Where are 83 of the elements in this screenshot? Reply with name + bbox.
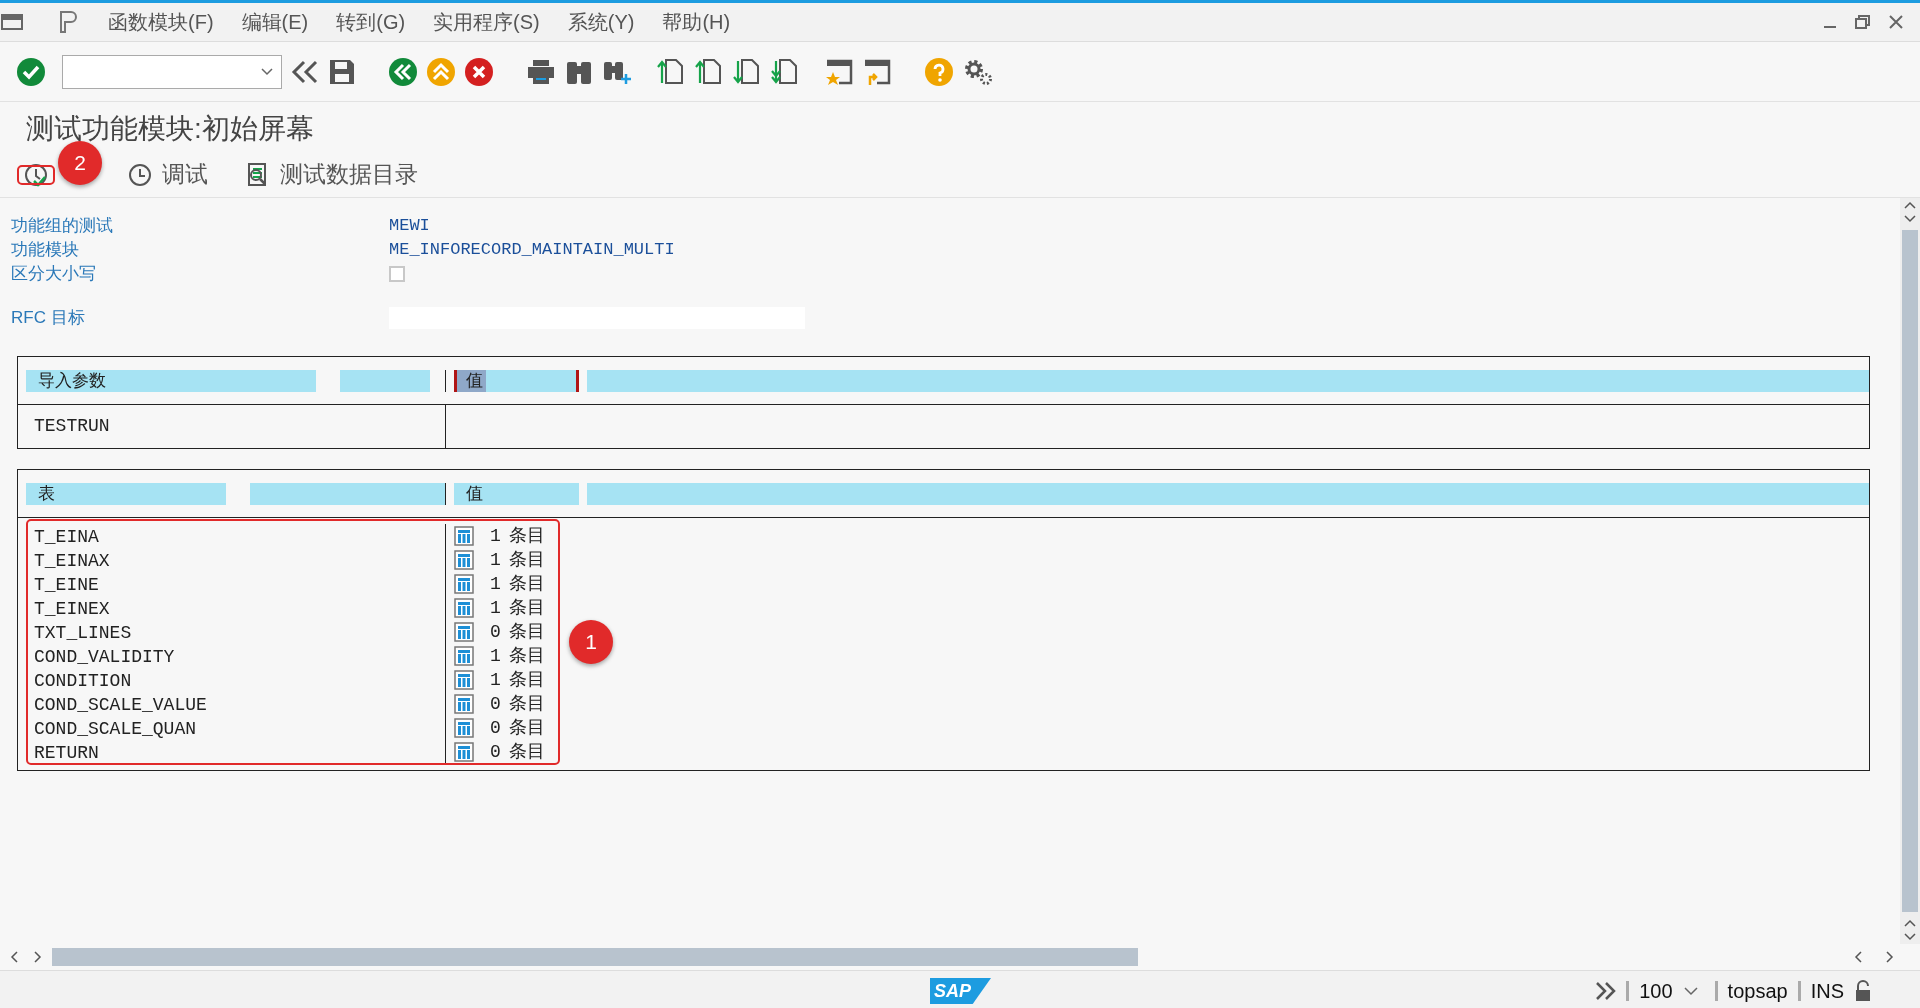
menu-item[interactable]: 编辑(E)	[227, 4, 323, 40]
table-name: TXT_LINES	[34, 622, 133, 644]
first-page-icon[interactable]	[656, 56, 686, 87]
entry-count: 0	[490, 692, 501, 716]
field-label: RFC 目标	[11, 307, 86, 330]
column-header: 表	[26, 482, 226, 505]
print-icon[interactable]	[526, 57, 556, 86]
table-name: T_EINAX	[34, 550, 111, 572]
lock-icon	[1854, 980, 1872, 1002]
table-name: COND_SCALE_VALUE	[34, 694, 208, 716]
entry-unit: 条目	[508, 548, 545, 572]
table-icon[interactable]	[454, 670, 474, 690]
field-label: 功能模块	[11, 239, 80, 262]
sap-logo: SAP	[930, 978, 991, 1004]
check-icon[interactable]	[16, 56, 46, 87]
back-icon[interactable]	[388, 56, 418, 87]
menu-item[interactable]: 帮助(H)	[648, 4, 745, 40]
entry-count: 1	[490, 548, 501, 572]
save-icon[interactable]	[328, 57, 356, 86]
caret-icon[interactable]	[261, 67, 273, 76]
column-header: 值	[454, 482, 579, 505]
highlight-frame	[17, 164, 55, 185]
entry-count: 1	[490, 668, 501, 692]
entry-count: 0	[490, 740, 501, 764]
data-button[interactable]: 测试数据目录	[238, 157, 424, 192]
table-icon[interactable]	[454, 598, 474, 618]
parameter-name: TESTRUN	[34, 415, 111, 438]
field-label: 区分大小写	[11, 263, 97, 286]
table-icon[interactable]	[454, 550, 474, 570]
field-value: ME_INFORECORD_MAINTAIN_MULTI	[389, 239, 675, 262]
table-icon[interactable]	[454, 742, 474, 762]
entry-unit: 条目	[508, 644, 545, 668]
table-name: T_EINA	[34, 526, 100, 548]
table-icon[interactable]	[454, 694, 474, 714]
table-name: COND_SCALE_QUAN	[34, 718, 198, 740]
scrollbar-thumb[interactable]	[52, 948, 1138, 966]
close-icon[interactable]	[1888, 14, 1904, 30]
table-name: T_EINE	[34, 574, 100, 596]
scrollbar-thumb[interactable]	[1902, 230, 1918, 912]
entry-count: 1	[490, 524, 501, 548]
table-name: RETURN	[34, 742, 100, 764]
column-header: 导入参数	[26, 369, 316, 392]
table-icon[interactable]	[454, 718, 474, 738]
entry-unit: 条目	[508, 668, 545, 692]
caret-icon[interactable]	[1682, 985, 1699, 997]
next-page-icon[interactable]	[732, 56, 762, 87]
debug-button[interactable]: 调试	[120, 157, 214, 192]
entry-count: 1	[490, 644, 501, 668]
entry-count: 0	[490, 620, 501, 644]
entry-unit: 条目	[508, 716, 545, 740]
entry-unit: 条目	[508, 524, 545, 548]
entry-unit: 条目	[508, 620, 545, 644]
entry-unit: 条目	[508, 572, 545, 596]
field-value: MEWI	[389, 215, 430, 238]
entry-count: 1	[490, 596, 501, 620]
table-name: COND_VALIDITY	[34, 646, 176, 668]
menu-item[interactable]: 转到(G)	[322, 4, 420, 40]
entry-unit: 条目	[508, 740, 545, 764]
zoom-value[interactable]: 100	[1626, 981, 1683, 1001]
user-name: topsap	[1714, 981, 1798, 1001]
entry-unit: 条目	[508, 596, 545, 620]
restore-icon[interactable]	[1854, 14, 1872, 30]
checkbox[interactable]	[389, 266, 405, 282]
last-page-icon[interactable]	[770, 56, 800, 87]
table-name: T_EINEX	[34, 598, 111, 620]
table-icon[interactable]	[454, 646, 474, 666]
table-icon[interactable]	[454, 622, 474, 642]
command-field[interactable]	[62, 54, 282, 89]
menu-icon[interactable]	[0, 12, 26, 32]
entry-unit: 条目	[508, 692, 545, 716]
entry-count: 1	[490, 572, 501, 596]
cancel-icon[interactable]	[464, 56, 494, 87]
table-name: CONDITION	[34, 670, 133, 692]
menu-item[interactable]: 实用程序(S)	[419, 4, 554, 40]
menu-item[interactable]: 系统(Y)	[553, 4, 649, 40]
column-header: 值	[454, 369, 579, 392]
menu-item[interactable]: 函数模块(F)	[94, 4, 228, 40]
table-icon[interactable]	[454, 574, 474, 594]
annotation-marker: 1	[569, 620, 613, 664]
previous-page-icon[interactable]	[694, 56, 724, 87]
entry-count: 0	[490, 716, 501, 740]
field-label: 功能组的测试	[11, 215, 114, 238]
table-icon[interactable]	[454, 526, 474, 546]
